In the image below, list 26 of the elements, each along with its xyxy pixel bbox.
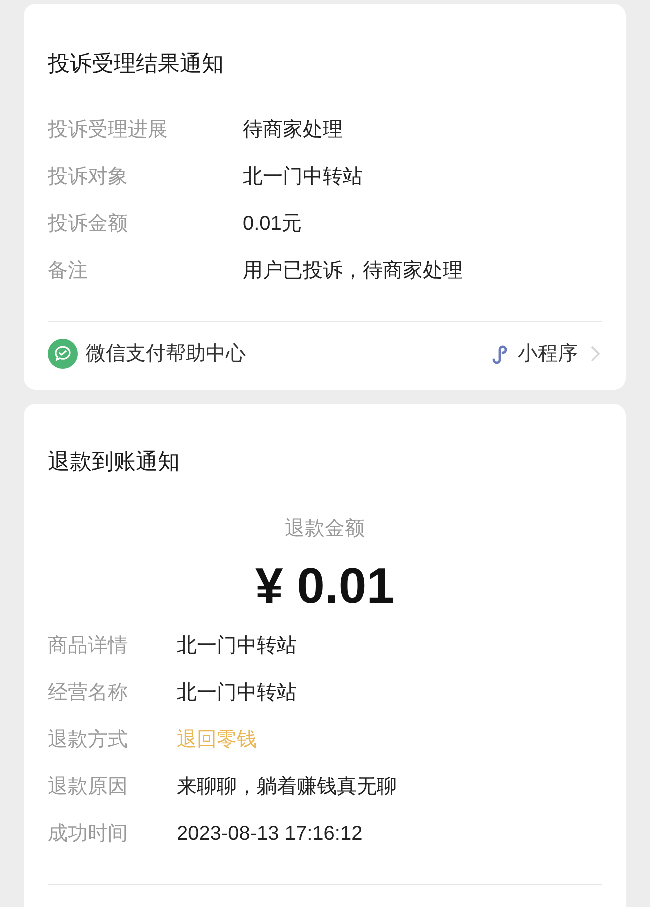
field-label: 退款原因 [48, 775, 129, 800]
field-value: 北一门中转站 [177, 681, 297, 706]
refund-amount: ¥ 0.01 [254, 557, 396, 616]
field-value: 来聊聊，躺着赚钱真无聊 [177, 775, 397, 800]
field-label: 投诉受理进展 [48, 118, 169, 143]
field-value: 待商家处理 [243, 118, 343, 143]
source-name: 微信支付帮助中心 [86, 342, 246, 367]
field-label: 商品详情 [48, 634, 129, 659]
field-label: 成功时间 [48, 822, 129, 847]
field-value: 北一门中转站 [243, 165, 363, 190]
field-label: 备注 [48, 259, 89, 284]
field-value: 2023-08-13 17:16:12 [177, 822, 363, 847]
mini-program-link[interactable]: 小程序 [518, 339, 578, 369]
field-value: 0.01元 [243, 212, 302, 237]
field-value: 退回零钱 [177, 728, 257, 753]
field-label: 经营名称 [48, 681, 129, 706]
chevron-right-icon [590, 344, 602, 364]
field-label: 投诉金额 [48, 212, 129, 237]
card-title: 退款到账通知 [48, 448, 181, 476]
field-label: 投诉对象 [48, 165, 129, 190]
card-title: 投诉受理结果通知 [48, 50, 225, 78]
field-value: 北一门中转站 [177, 634, 297, 659]
field-value: 用户已投诉，待商家处理 [243, 259, 463, 284]
field-label: 退款方式 [48, 728, 129, 753]
amount-label: 退款金额 [284, 517, 366, 542]
chat-check-icon [48, 339, 78, 369]
